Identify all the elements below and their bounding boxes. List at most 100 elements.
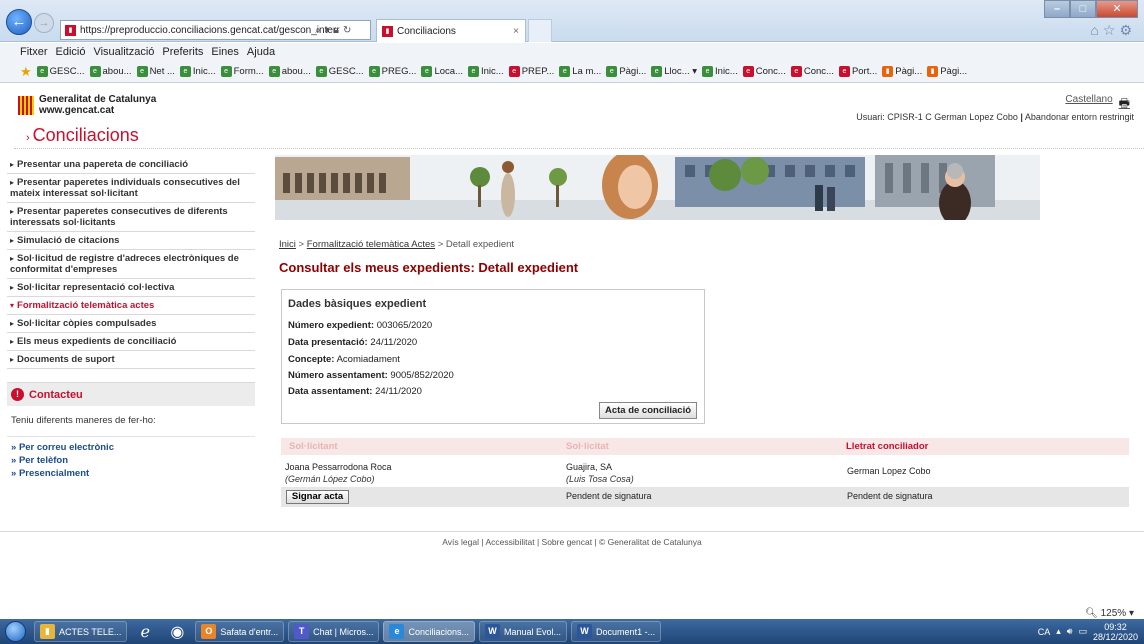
menu-item[interactable]: Ajuda bbox=[247, 46, 275, 58]
browser-tab[interactable]: ▮ Conciliacions × bbox=[376, 19, 526, 42]
favorite-icon: e bbox=[702, 66, 714, 77]
favorite-link[interactable]: e PREP... bbox=[508, 66, 554, 77]
favorite-link[interactable]: e Form... bbox=[220, 66, 264, 77]
expedient-details-box: Dades bàsiques expedient Número expedien… bbox=[281, 289, 705, 424]
favorite-link[interactable]: e Loca... bbox=[421, 66, 463, 77]
favorite-link[interactable]: e PREG... bbox=[368, 66, 416, 77]
sign-acta-button[interactable]: Signar acta bbox=[286, 490, 349, 504]
sidebar-item[interactable]: ▸ Sol·licitar representació col·lectiva bbox=[7, 279, 255, 297]
detail-row: Data assentament: 24/11/2020 bbox=[288, 386, 422, 397]
network-icon[interactable]: ▭ bbox=[1078, 626, 1087, 637]
back-button[interactable]: ← bbox=[6, 9, 32, 35]
favorite-link[interactable]: e Inic... bbox=[702, 66, 738, 77]
sidebar-item[interactable]: ▸ Documents de suport bbox=[7, 351, 255, 369]
menu-item[interactable]: Preferits bbox=[162, 46, 203, 58]
dropdown-icon[interactable]: ▾ bbox=[325, 25, 330, 36]
settings-gear-icon[interactable]: ⚙ bbox=[1119, 22, 1136, 38]
sidebar-item[interactable]: ▸ Presentar paperetes individuals consecu… bbox=[7, 174, 255, 203]
breadcrumb-home[interactable]: Inici bbox=[279, 239, 296, 250]
favorite-link[interactable]: e Net ... bbox=[136, 66, 175, 77]
footer-link[interactable]: Accessibilitat bbox=[485, 537, 534, 547]
info-icon: ! bbox=[11, 388, 24, 401]
home-icon[interactable]: ⌂ bbox=[1090, 22, 1102, 38]
favorite-label: Inic... bbox=[480, 66, 504, 77]
site-title[interactable]: Conciliacions bbox=[33, 125, 139, 145]
favorite-link[interactable]: e Conc... bbox=[742, 66, 786, 77]
minimize-button[interactable]: – bbox=[1044, 0, 1070, 18]
sidebar-item[interactable]: ▸ Presentar paperetes consecutives de dif… bbox=[7, 203, 255, 232]
chrome-pinned-icon[interactable]: ◉ bbox=[163, 621, 191, 642]
start-button[interactable] bbox=[0, 619, 30, 644]
favorite-link[interactable]: e GESC... bbox=[36, 66, 85, 77]
close-tab-icon[interactable]: × bbox=[513, 26, 519, 37]
internet-explorer-pinned-icon[interactable]: ℯ bbox=[131, 621, 159, 642]
favorite-link[interactable]: e GESC... bbox=[315, 66, 364, 77]
favorite-label: Conc... bbox=[803, 66, 834, 77]
favorite-link[interactable]: e Conc... bbox=[790, 66, 834, 77]
refresh-icon[interactable]: ↻ bbox=[343, 25, 351, 36]
address-actions: ⌕ ▾ 🔒︎ ↻ bbox=[315, 20, 371, 40]
favorite-link[interactable]: e Pàgi... bbox=[606, 66, 646, 77]
forward-button[interactable]: → bbox=[34, 13, 54, 33]
favorites-star-icon[interactable]: ★ bbox=[20, 64, 32, 80]
favorite-icon: e bbox=[220, 66, 232, 77]
user-label: Usuari: CPISR-1 C German Lopez Cobo bbox=[856, 112, 1018, 122]
menu-item[interactable]: Fitxer bbox=[20, 46, 48, 58]
contact-link-label: Presencialment bbox=[18, 468, 90, 479]
favorite-label: Net ... bbox=[149, 66, 175, 77]
favorite-icon: e bbox=[268, 66, 280, 77]
favorite-link[interactable]: e La m... bbox=[559, 66, 601, 77]
sidebar-item[interactable]: ▾ Formalització telemàtica actes bbox=[7, 297, 255, 315]
caret-right-icon: ▸ bbox=[10, 236, 15, 245]
favorite-link[interactable]: e abou... bbox=[268, 66, 311, 77]
favorite-icon: e bbox=[790, 66, 802, 77]
double-chevron-icon: » bbox=[11, 455, 19, 466]
taskbar-item[interactable]: e Conciliacions... bbox=[383, 621, 476, 642]
contact-link[interactable]: » Presencialment bbox=[7, 467, 255, 480]
favorite-label: La m... bbox=[572, 66, 602, 77]
menu-item[interactable]: Visualització bbox=[93, 46, 154, 58]
menu-item[interactable]: Edició bbox=[56, 46, 86, 58]
gencat-logo[interactable]: Generalitat de Catalunya www.gencat.cat bbox=[18, 94, 156, 116]
footer-link[interactable]: Sobre gencat bbox=[542, 537, 593, 547]
zoom-level[interactable]: 🔍︎ 125% ▾ bbox=[1085, 608, 1134, 619]
favorite-link[interactable]: e Lloc... ▾ bbox=[651, 66, 697, 77]
clock[interactable]: 09:32 28/12/2020 bbox=[1093, 622, 1138, 642]
favorite-link[interactable]: e Inic... bbox=[467, 66, 504, 77]
taskbar-item[interactable]: W Document1 -... bbox=[571, 621, 662, 642]
taskbar-item[interactable]: ▮ ACTES TELE... bbox=[34, 621, 128, 642]
footer-link[interactable]: Avís legal bbox=[442, 537, 479, 547]
menu-item[interactable]: Eines bbox=[211, 46, 239, 58]
breadcrumb-section[interactable]: Formalització telemàtica Actes bbox=[307, 239, 435, 250]
favorite-link[interactable]: ▮ Pàgi... bbox=[927, 66, 967, 77]
sidebar-item[interactable]: ▸ Sol·licitud de registre d'adreces elect… bbox=[7, 250, 255, 279]
favorite-link[interactable]: ▮ Pàgi... bbox=[882, 66, 922, 77]
taskbar-item[interactable]: W Manual Evol... bbox=[479, 621, 568, 642]
volume-icon[interactable]: 🔊︎ bbox=[1067, 626, 1073, 637]
contact-link[interactable]: » Per correu electrònic bbox=[7, 441, 255, 454]
show-hidden-icons-icon[interactable]: ▴ bbox=[1056, 626, 1061, 637]
footer-link[interactable]: © Generalitat de Catalunya bbox=[599, 537, 702, 547]
favorite-link[interactable]: e abou... bbox=[89, 66, 132, 77]
exit-restricted-link[interactable]: Abandonar entorn restringit bbox=[1025, 112, 1134, 122]
taskbar-item[interactable]: T Chat | Micros... bbox=[288, 621, 380, 642]
sidebar-item[interactable]: ▸ Simulació de citacions bbox=[7, 232, 255, 250]
new-tab-button[interactable] bbox=[528, 19, 552, 42]
acta-conciliacio-button[interactable]: Acta de conciliació bbox=[599, 402, 697, 419]
taskbar-item[interactable]: O Safata d'entr... bbox=[195, 621, 285, 642]
close-window-button[interactable]: ✕ bbox=[1096, 0, 1138, 18]
language-indicator[interactable]: CA bbox=[1038, 627, 1051, 637]
sidebar-item[interactable]: ▸ Els meus expedients de conciliació bbox=[7, 333, 255, 351]
search-icon[interactable]: ⌕ bbox=[315, 25, 321, 36]
favorite-label: Form... bbox=[233, 66, 264, 77]
favorite-link[interactable]: e Inic... bbox=[179, 66, 216, 77]
contact-link[interactable]: » Per telèfon bbox=[7, 454, 255, 467]
maximize-button[interactable]: □ bbox=[1070, 0, 1096, 18]
sidebar-item[interactable]: ▸ Sol·licitar còpies compulsades bbox=[7, 315, 255, 333]
tab-title: Conciliacions bbox=[397, 25, 456, 37]
favorite-link[interactable]: e Port... bbox=[838, 66, 877, 77]
sidebar-item[interactable]: ▸ Presentar una papereta de conciliació bbox=[7, 156, 255, 174]
footer: Avís legal | Accessibilitat | Sobre genc… bbox=[0, 537, 1144, 547]
window-controls: – □ ✕ bbox=[1044, 0, 1138, 18]
favorites-star-icon[interactable]: ☆ bbox=[1103, 22, 1120, 38]
